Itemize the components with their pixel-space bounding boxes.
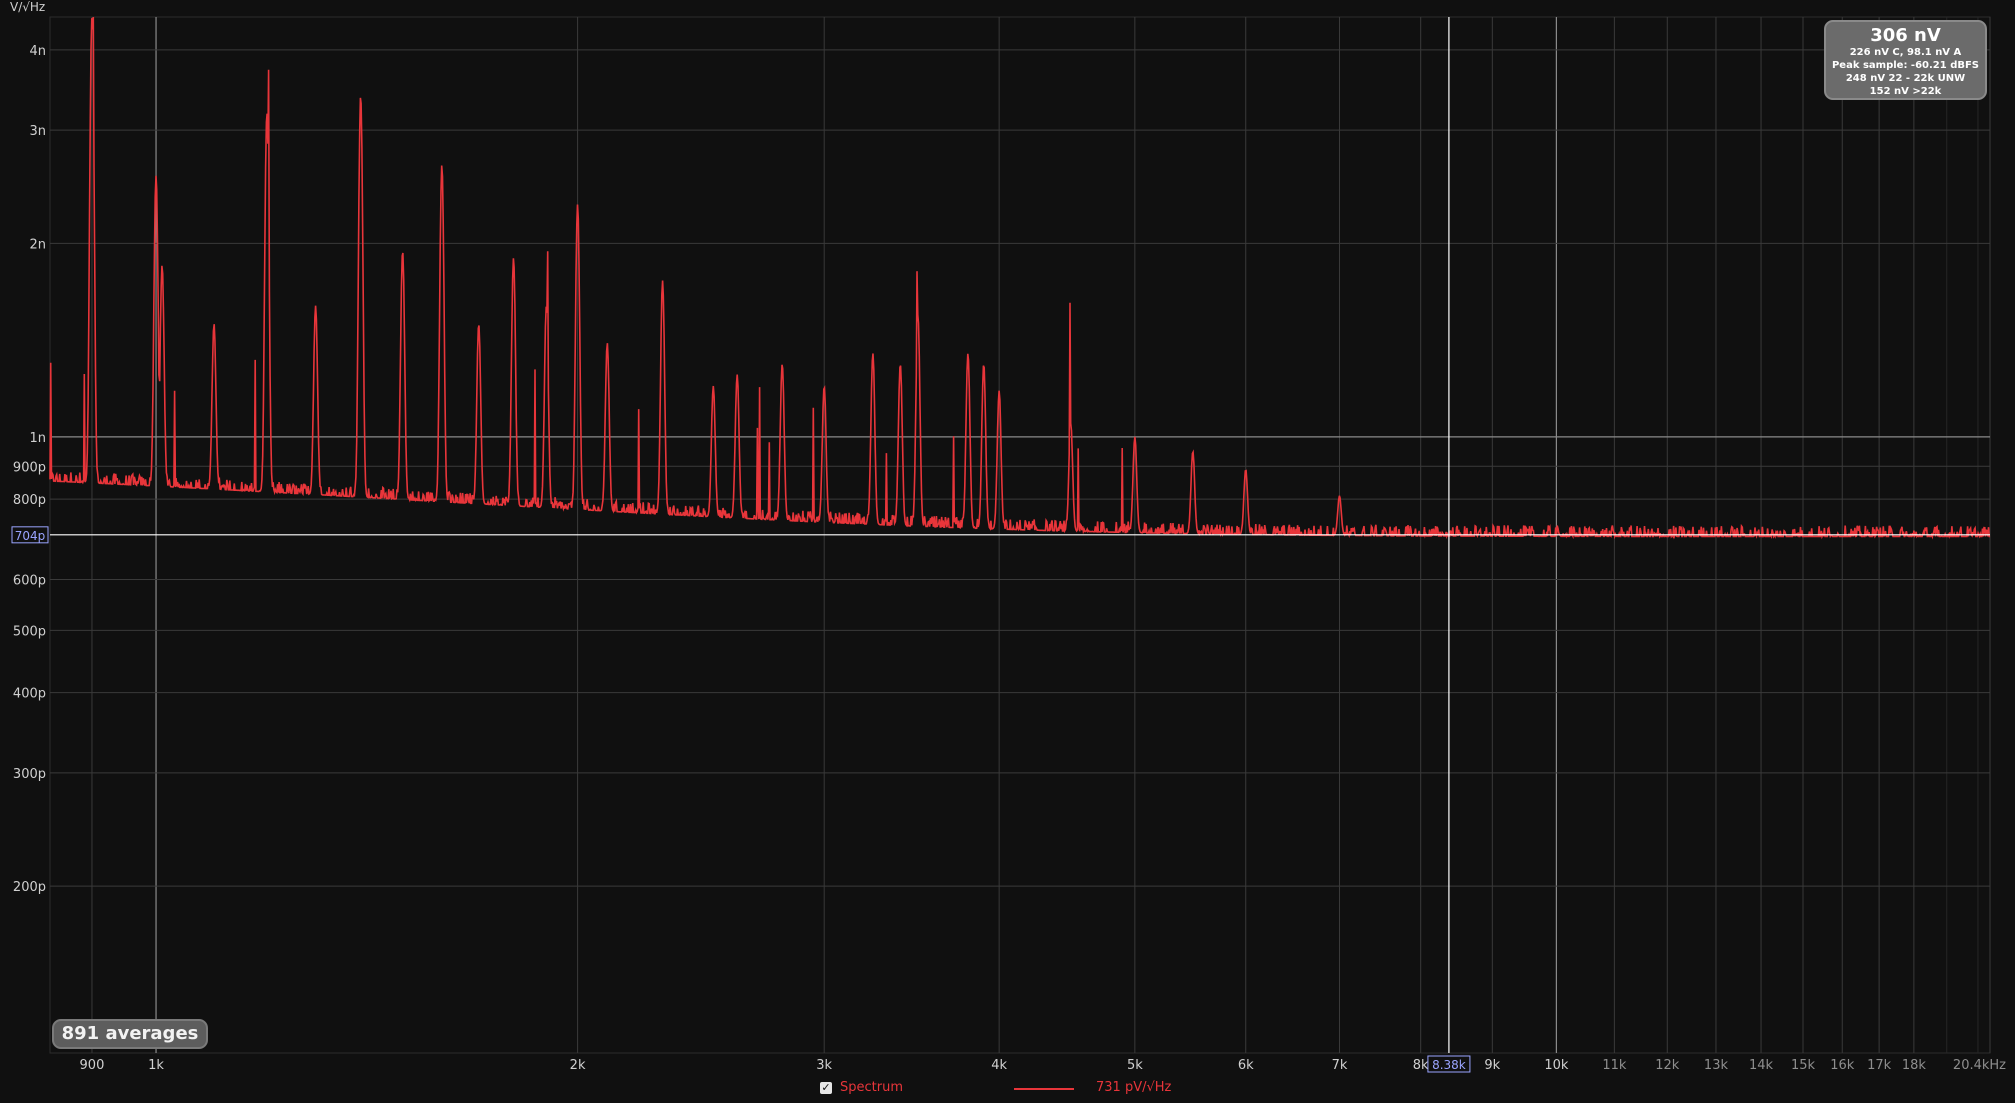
stats-main-value: 306 nV [1870, 25, 1941, 46]
y-tick-label: 400p [13, 687, 46, 702]
spectrum-checkbox[interactable]: ✓ [820, 1082, 832, 1094]
averages-badge: 891 averages [52, 1019, 208, 1049]
spectrum-trace [49, 16, 1991, 540]
y-tick-label: 3n [29, 124, 46, 139]
y-tick-label: 600p [13, 573, 46, 588]
y-tick-label: 200p [13, 880, 46, 895]
x-tick-label: 1k [148, 1058, 164, 1073]
x-tick-label: 17k [1867, 1058, 1892, 1073]
x-tick-label: 2k [570, 1058, 586, 1073]
y-tick-label: 500p [13, 624, 46, 639]
y-tick-label: 900p [13, 460, 46, 475]
x-tick-label: 15k [1791, 1058, 1816, 1073]
x-tick-label: 8k [1413, 1058, 1429, 1073]
x-tick-label: 4k [991, 1058, 1007, 1073]
y-tick-label: 800p [13, 493, 46, 508]
spectrum-chart[interactable]: 4n 3n 2n 1n 900p 800p 600p 500p 400p 300p 200p V/√H… [0, 0, 2015, 1103]
stats-line-unweighted: 248 nV 22 - 22k UNW [1845, 73, 1966, 84]
y-tick-label: 300p [13, 767, 46, 782]
x-tick-label: 10k [1544, 1058, 1569, 1073]
y-tick-label: 1n [29, 431, 46, 446]
cursor-x-label: 8.38k [1432, 1058, 1466, 1072]
x-tick-label: 7k [1332, 1058, 1348, 1073]
x-tick-label: 5k [1127, 1058, 1143, 1073]
stats-line-peak-sample: Peak sample: -60.21 dBFS [1831, 60, 1980, 71]
legend-cursor-value: 731 pV/√Hz [1096, 1080, 1172, 1095]
y-axis-unit-label: V/√Hz [10, 0, 45, 14]
y-tick-label: 2n [29, 237, 46, 252]
x-tick-label: 14k [1749, 1058, 1774, 1073]
stats-line-above-22k: 152 nV >22k [1869, 86, 1942, 97]
x-tick-label: 6k [1238, 1058, 1254, 1073]
x-tick-label: 3k [816, 1058, 832, 1073]
x-tick-label: 9k [1484, 1058, 1500, 1073]
x-tick-label: 13k [1704, 1058, 1729, 1073]
legend-series-name[interactable]: Spectrum [840, 1080, 903, 1095]
x-tick-label: 12k [1655, 1058, 1680, 1073]
x-tick-label: 20.4kHz [1953, 1058, 2006, 1073]
x-tick-label: 16k [1830, 1058, 1855, 1073]
legend-line-swatch [1014, 1088, 1074, 1090]
stats-box: 306 nV 226 nV C, 98.1 nV A Peak sample: … [1824, 20, 1987, 100]
x-tick-label: 900 [80, 1058, 105, 1073]
cursor-y-label: 704p [15, 529, 46, 543]
stats-line-weighted: 226 nV C, 98.1 nV A [1849, 47, 1962, 58]
x-tick-label: 18k [1902, 1058, 1927, 1073]
x-tick-label: 11k [1602, 1058, 1627, 1073]
spectrum-analyzer-view: 4n 3n 2n 1n 900p 800p 600p 500p 400p 300p 200p V/√H… [0, 0, 2015, 1103]
y-tick-label: 4n [29, 44, 46, 59]
